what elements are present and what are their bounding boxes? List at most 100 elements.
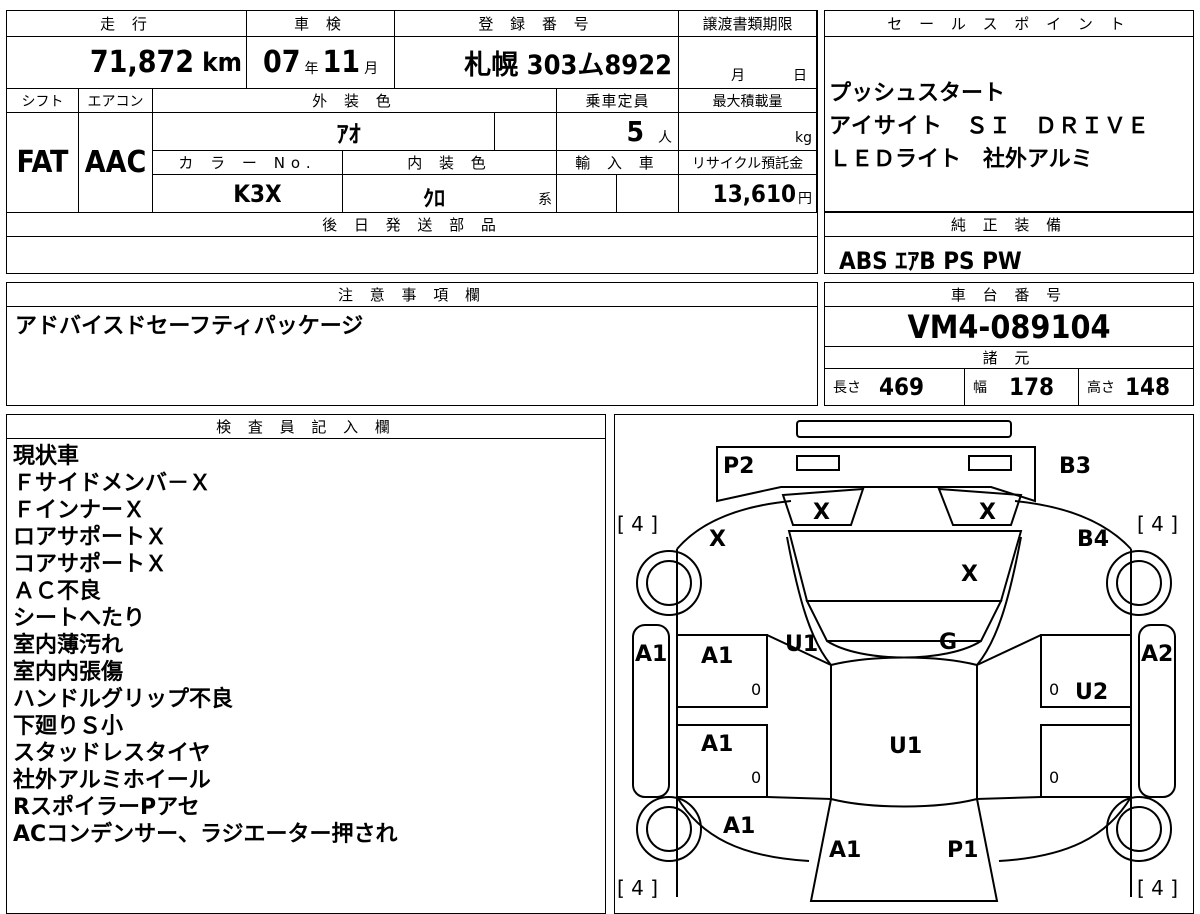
- exterior-color-extra: [495, 113, 557, 151]
- mark-u1-cowl: U1: [785, 632, 818, 657]
- mark-p2: P2: [723, 454, 754, 479]
- transfer-deadline-header: 譲渡書類期限: [679, 11, 817, 37]
- sales-point-header: セ ー ル ス ポ イ ン ト: [825, 11, 1193, 37]
- mark-a1-front-left: A1: [635, 642, 667, 667]
- mark-u1-roof: U1: [889, 734, 922, 759]
- inspector-line: ＡＣ不良: [13, 579, 102, 604]
- mark-a1-rear-door: A1: [701, 732, 733, 757]
- mark-a2-front-right: A2: [1141, 642, 1173, 667]
- capacity-value: 5: [626, 115, 644, 148]
- later-parts-header: 後 日 発 送 部 品: [7, 213, 817, 237]
- exterior-color-header: 外 装 色: [153, 89, 557, 113]
- registration-value: 札幌 303ム8922: [395, 37, 679, 89]
- sales-point-line: アイサイト ＳＩ ＤＲＩＶＥ: [829, 114, 1150, 139]
- inspection-year-unit: 年: [304, 60, 319, 77]
- inspector-line: Ｆサイドメンバ－Ｘ: [13, 471, 212, 496]
- mark-x-right-light: X: [979, 500, 996, 525]
- interior-color-header: 内 装 色: [343, 151, 557, 175]
- transfer-month-unit: 月: [731, 68, 745, 84]
- inspector-line: 現状車: [13, 444, 80, 469]
- notes-value: アドバイスドセーフティパッケージ: [15, 314, 364, 339]
- mark-x-hood: X: [961, 562, 978, 587]
- shift-value: FAT: [7, 113, 79, 213]
- inspector-line: RスポイラーPアセ: [13, 795, 200, 820]
- mark-p1-trunk: P1: [947, 838, 978, 863]
- later-parts-value: [7, 237, 817, 273]
- recycle-fee-value: 13,610: [712, 179, 796, 208]
- inspector-line: 下廻りＳ小: [13, 714, 124, 739]
- inspector-line: 室内内張傷: [13, 660, 124, 685]
- inspector-line: ACコンデンサー、ラジエーター押され: [13, 822, 398, 847]
- tire-front-left-depth: [ 4 ]: [617, 512, 658, 536]
- equipment-header: 純 正 装 備: [825, 213, 1193, 237]
- mileage-value: 71,872: [89, 45, 195, 80]
- max-load-header: 最大積載量: [679, 89, 817, 113]
- max-load-cell: kg: [679, 113, 817, 151]
- transfer-deadline-cell: 月 日: [679, 37, 817, 89]
- aircon-value: AAC: [79, 113, 153, 213]
- recycle-fee-cell: 13,610 円: [679, 175, 817, 213]
- mark-g-glass: G: [939, 630, 957, 655]
- inspector-line: ロアサポートＸ: [13, 525, 168, 550]
- sales-point-lines: プッシュスタート アイサイト ＳＩ ＤＲＩＶＥ ＬＥＤライト 社外アルミ: [829, 77, 1150, 176]
- capacity-header: 乗車定員: [557, 89, 679, 113]
- mark-x-front-left: X: [709, 527, 726, 552]
- import-cell-a: [557, 175, 617, 213]
- recycle-fee-header: リサイクル預託金: [679, 151, 817, 175]
- aircon-header: エアコン: [79, 89, 153, 113]
- mark-a1-trunk: A1: [829, 838, 861, 863]
- vehicle-info-table: 走 行 車 検 登 録 番 号 譲渡書類期限 71,872 km 07 年 11…: [6, 10, 818, 274]
- car-diagram: P2 B3 X X X B4 X A1 A2 A1 U1 G U2 A1 U1 …: [617, 420, 1178, 902]
- tire-rear-right-depth: [ 4 ]: [1137, 876, 1178, 900]
- inspection-year: 07: [262, 45, 301, 80]
- sales-point-line: ＬＥＤライト 社外アルミ: [829, 147, 1093, 172]
- inspector-box: 検 査 員 記 入 欄 現状車 Ｆサイドメンバ－Ｘ ＦインナーＸ ロアサポートＸ…: [6, 414, 606, 914]
- width-label: 幅: [973, 380, 987, 396]
- length-value: 469: [879, 373, 925, 401]
- inspector-line: 室内薄汚れ: [13, 633, 124, 658]
- capacity-cell: 5 人: [557, 113, 679, 151]
- mileage-cell: 71,872 km: [7, 37, 247, 89]
- inspector-line: コアサポートＸ: [13, 552, 168, 577]
- tire-front-right-depth: [ 4 ]: [1137, 512, 1178, 536]
- inspector-line: ハンドルグリップ不良: [13, 687, 234, 712]
- height-cell: 高さ 148: [1079, 369, 1193, 405]
- length-label: 長さ: [833, 380, 861, 396]
- chassis-number-header: 車 台 番 号: [825, 283, 1193, 307]
- mileage-header: 走 行: [7, 11, 247, 37]
- inspector-lines: 現状車 Ｆサイドメンバ－Ｘ ＦインナーＸ ロアサポートＸ コアサポートＸ ＡＣ不…: [13, 443, 398, 848]
- color-number-value: K3X: [153, 175, 343, 213]
- specs-header: 諸 元: [825, 347, 1193, 369]
- width-value: 178: [1009, 373, 1055, 401]
- transfer-day-unit: 日: [793, 68, 807, 84]
- shift-header: シフト: [7, 89, 79, 113]
- inspector-header: 検 査 員 記 入 欄: [7, 415, 605, 439]
- interior-color-value: ｸﾛ: [423, 187, 446, 212]
- color-number-header: カ ラ ー No.: [153, 151, 343, 175]
- height-label: 高さ: [1087, 380, 1115, 396]
- mark-x-left-light: X: [813, 500, 830, 525]
- width-cell: 幅 178: [965, 369, 1079, 405]
- length-cell: 長さ 469: [825, 369, 965, 405]
- height-value: 148: [1125, 373, 1171, 401]
- inspection-month: 11: [322, 45, 361, 80]
- door-mark-zero: 0: [1049, 768, 1059, 787]
- mark-a1-rear-quarter: A1: [723, 814, 755, 839]
- import-header: 輸 入 車: [557, 151, 679, 175]
- inspector-line: シートへたり: [13, 606, 146, 631]
- door-mark-zero: 0: [751, 768, 761, 787]
- registration-header: 登 録 番 号: [395, 11, 679, 37]
- mark-a1-front-door: A1: [701, 644, 733, 669]
- exterior-color-value: ｱｵ: [153, 113, 495, 151]
- equipment-box: 純 正 装 備 ABS ｴｱB PS PW: [824, 212, 1194, 275]
- damage-diagram-box: P2 B3 X X X B4 X A1 A2 A1 U1 G U2 A1 U1 …: [614, 414, 1194, 914]
- chassis-number-value: VM4-089104: [825, 307, 1193, 347]
- interior-color-unit: 系: [538, 192, 552, 208]
- import-cell-b: [617, 175, 679, 213]
- mileage-unit: km: [202, 47, 242, 78]
- inspection-month-unit: 月: [364, 60, 379, 77]
- door-mark-zero: 0: [1049, 680, 1059, 699]
- mark-u2-front-door: U2: [1075, 680, 1108, 705]
- notes-header: 注 意 事 項 欄: [7, 283, 817, 307]
- mark-b3: B3: [1059, 454, 1091, 479]
